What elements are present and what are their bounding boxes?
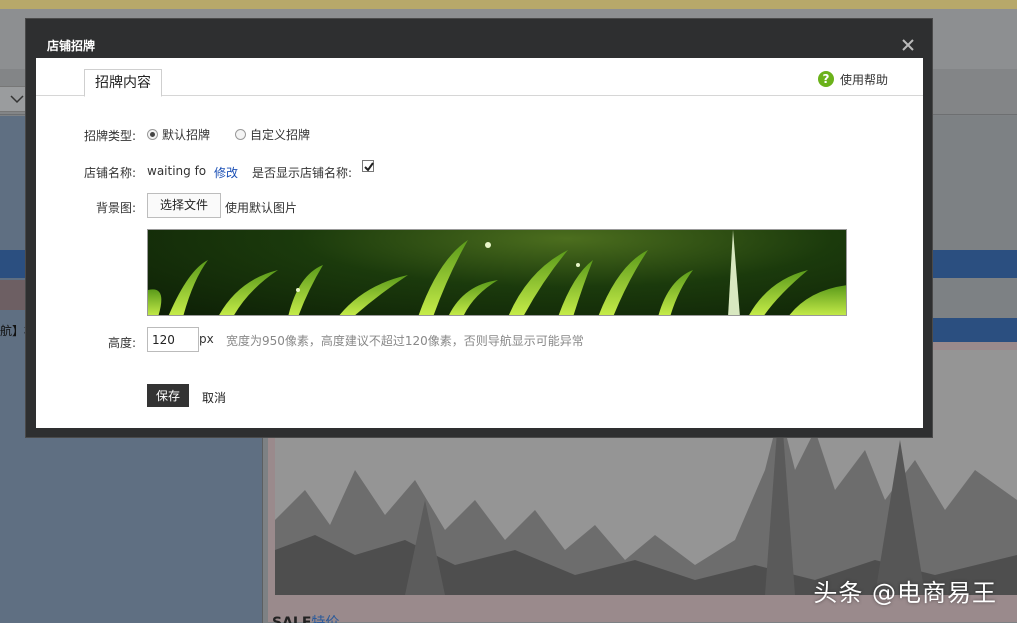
grass-image [148,230,846,315]
background-image-label: 背景图: [95,201,136,215]
sale-label: SALE [272,615,312,623]
choose-file-button[interactable]: 选择文件 [147,193,221,218]
height-input[interactable] [147,327,199,352]
shop-sign-dialog: 店铺招牌 招牌内容 ? 使用帮助 招牌类型: 默认招牌 自定义招牌 店铺名称: … [25,18,933,438]
close-icon[interactable] [900,37,916,53]
show-shop-name-label: 是否显示店铺名称: [252,166,353,180]
cancel-button[interactable]: 取消 [202,389,226,406]
dialog-title: 店铺招牌 [47,39,96,53]
watermark: 头条 @电商易王 [813,579,997,607]
height-hint: 宽度为950像素，高度建议不超过120像素，否则导航显示可能异常 [226,334,584,348]
background-top-bar [0,0,1017,9]
radio-label[interactable]: 默认招牌 [162,128,210,142]
question-icon[interactable]: ? [818,71,834,87]
chevron-down-icon [10,95,24,104]
radio-custom-sign[interactable]: 自定义招牌 [235,126,310,143]
height-unit: px [199,332,214,346]
background-sale-heading: SALE特价 [272,612,339,623]
radio-label[interactable]: 自定义招牌 [250,128,310,142]
help-label[interactable]: 使用帮助 [840,71,888,88]
height-label: 高度: [107,336,136,350]
radio-default-sign[interactable]: 默认招牌 [147,126,210,143]
radio-indicator[interactable] [235,129,246,140]
sale-sub-label: 特价 [311,615,340,623]
radio-indicator[interactable] [147,129,158,140]
show-shop-name-checkbox[interactable] [362,160,374,172]
tab-sign-content[interactable]: 招牌内容 [84,69,162,97]
close-button[interactable] [900,37,916,53]
checkmark-icon[interactable] [363,161,375,173]
help-link[interactable]: ? 使用帮助 [818,70,888,88]
shop-name-label: 店铺名称: [83,166,136,180]
tab-bar: 招牌内容 ? 使用帮助 [36,58,923,97]
dialog-body: 招牌内容 ? 使用帮助 招牌类型: 默认招牌 自定义招牌 店铺名称: waiti… [36,58,923,428]
use-default-image-link[interactable]: 使用默认图片 [225,199,297,216]
banner-preview-image [147,229,847,316]
sign-type-label: 招牌类型: [83,129,136,143]
edit-shop-name-link[interactable]: 修改 [214,164,238,181]
shop-name-value: waiting fo [147,164,207,178]
save-button[interactable]: 保存 [147,384,189,407]
